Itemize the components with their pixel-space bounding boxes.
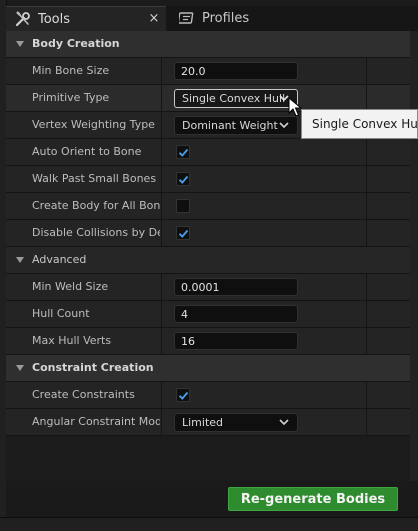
prop-row-primitive-type: Primitive Type Single Convex Hull — [6, 85, 410, 112]
prop-label: Walk Past Small Bones — [32, 172, 157, 185]
min-weld-size-input[interactable]: 0.0001 — [174, 278, 298, 296]
chevron-down-icon — [16, 365, 24, 371]
column-splitter[interactable] — [161, 220, 162, 246]
column-splitter[interactable] — [161, 301, 162, 327]
column-divider — [366, 193, 367, 219]
create-constraints-checkbox[interactable] — [176, 388, 190, 402]
dropdown-value: Single Convex Hull — [182, 92, 286, 105]
regenerate-bodies-button[interactable]: Re-generate Bodies — [228, 487, 398, 511]
chevron-down-icon — [16, 41, 24, 47]
column-splitter[interactable] — [161, 409, 162, 435]
checkmark-icon — [178, 229, 189, 238]
hull-count-input[interactable]: 4 — [174, 305, 298, 323]
prop-row-disable-collisions: Disable Collisions by De... — [6, 220, 410, 247]
angular-constraint-mode-dropdown[interactable]: Limited — [174, 413, 298, 432]
column-divider — [366, 139, 367, 165]
column-divider — [366, 220, 367, 246]
prop-label: Min Bone Size — [32, 64, 110, 77]
wrench-screwdriver-icon — [14, 10, 32, 28]
close-icon[interactable]: × — [146, 10, 162, 28]
dropdown-value: Limited — [182, 416, 224, 429]
column-splitter[interactable] — [161, 328, 162, 354]
column-divider — [366, 409, 367, 435]
prop-label: Auto Orient to Bone — [32, 145, 142, 158]
column-divider — [366, 382, 367, 408]
section-label: Advanced — [32, 253, 87, 266]
section-body-creation[interactable]: Body Creation — [6, 31, 410, 58]
column-divider — [366, 85, 367, 111]
prop-row-min-bone-size: Min Bone Size 20.0 — [6, 58, 410, 85]
column-divider — [366, 274, 367, 300]
walk-past-checkbox[interactable] — [176, 172, 190, 186]
panel-footer: Re-generate Bodies — [6, 481, 418, 517]
checkmark-icon — [178, 175, 189, 184]
column-splitter[interactable] — [161, 85, 162, 111]
prop-row-create-constraints: Create Constraints — [6, 382, 410, 409]
panel-scroll-rail[interactable] — [410, 31, 418, 481]
column-divider — [366, 328, 367, 354]
min-bone-size-input[interactable]: 20.0 — [174, 62, 298, 80]
prop-label: Hull Count — [32, 307, 90, 320]
section-constraint-creation[interactable]: Constraint Creation — [6, 355, 410, 382]
vertex-weighting-dropdown[interactable]: Dominant Weight — [174, 116, 298, 135]
prop-row-max-hull-verts: Max Hull Verts 16 — [6, 328, 410, 355]
profile-card-icon — [178, 9, 196, 27]
column-splitter[interactable] — [161, 193, 162, 219]
section-label: Body Creation — [32, 37, 120, 50]
column-splitter[interactable] — [161, 112, 162, 138]
auto-orient-checkbox[interactable] — [176, 145, 190, 159]
column-splitter[interactable] — [161, 274, 162, 300]
prop-label: Create Body for All Bones — [32, 199, 160, 212]
checkmark-icon — [178, 391, 189, 400]
section-label: Constraint Creation — [32, 361, 154, 374]
tab-bar: Tools × Profiles — [6, 6, 418, 31]
mouse-cursor-icon — [288, 97, 302, 117]
details-panel: Body Creation Min Bone Size 20.0 Primiti… — [6, 31, 410, 481]
chevron-down-icon — [279, 419, 289, 426]
section-advanced[interactable]: Advanced — [6, 247, 410, 274]
create-body-all-checkbox[interactable] — [176, 199, 190, 213]
max-hull-verts-input[interactable]: 16 — [174, 332, 298, 350]
column-divider — [366, 58, 367, 84]
chevron-down-icon — [16, 257, 24, 263]
prop-row-min-weld-size: Min Weld Size 0.0001 — [6, 274, 410, 301]
column-splitter[interactable] — [161, 139, 162, 165]
tab-profiles-label: Profiles — [202, 10, 250, 26]
bottom-edge — [0, 517, 418, 531]
primitive-type-dropdown[interactable]: Single Convex Hull — [174, 89, 298, 108]
prop-row-hull-count: Hull Count 4 — [6, 301, 410, 328]
tab-tools-label: Tools — [38, 11, 71, 27]
dropdown-value: Dominant Weight — [182, 119, 278, 132]
column-divider — [366, 166, 367, 192]
prop-row-auto-orient: Auto Orient to Bone — [6, 139, 410, 166]
prop-label: Angular Constraint Mode — [32, 415, 160, 428]
column-splitter[interactable] — [161, 166, 162, 192]
prop-label: Disable Collisions by De... — [32, 226, 160, 239]
dropdown-tooltip: Single Convex Hull — [301, 109, 418, 139]
prop-label: Create Constraints — [32, 388, 135, 401]
prop-label: Vertex Weighting Type — [32, 118, 155, 131]
prop-label: Primitive Type — [32, 91, 110, 104]
prop-row-create-body-all: Create Body for All Bones — [6, 193, 410, 220]
disable-collisions-checkbox[interactable] — [176, 226, 190, 240]
column-splitter[interactable] — [161, 58, 162, 84]
prop-label: Min Weld Size — [32, 280, 109, 293]
tab-profiles[interactable]: Profiles — [170, 6, 370, 30]
prop-row-walk-past: Walk Past Small Bones — [6, 166, 410, 193]
prop-label: Max Hull Verts — [32, 334, 112, 347]
checkmark-icon — [178, 148, 189, 157]
prop-row-angular-constraint-mode: Angular Constraint Mode Limited — [6, 409, 410, 436]
tab-tools[interactable]: Tools × — [6, 6, 166, 31]
column-divider — [366, 301, 367, 327]
chevron-down-icon — [279, 122, 289, 129]
column-splitter[interactable] — [161, 382, 162, 408]
